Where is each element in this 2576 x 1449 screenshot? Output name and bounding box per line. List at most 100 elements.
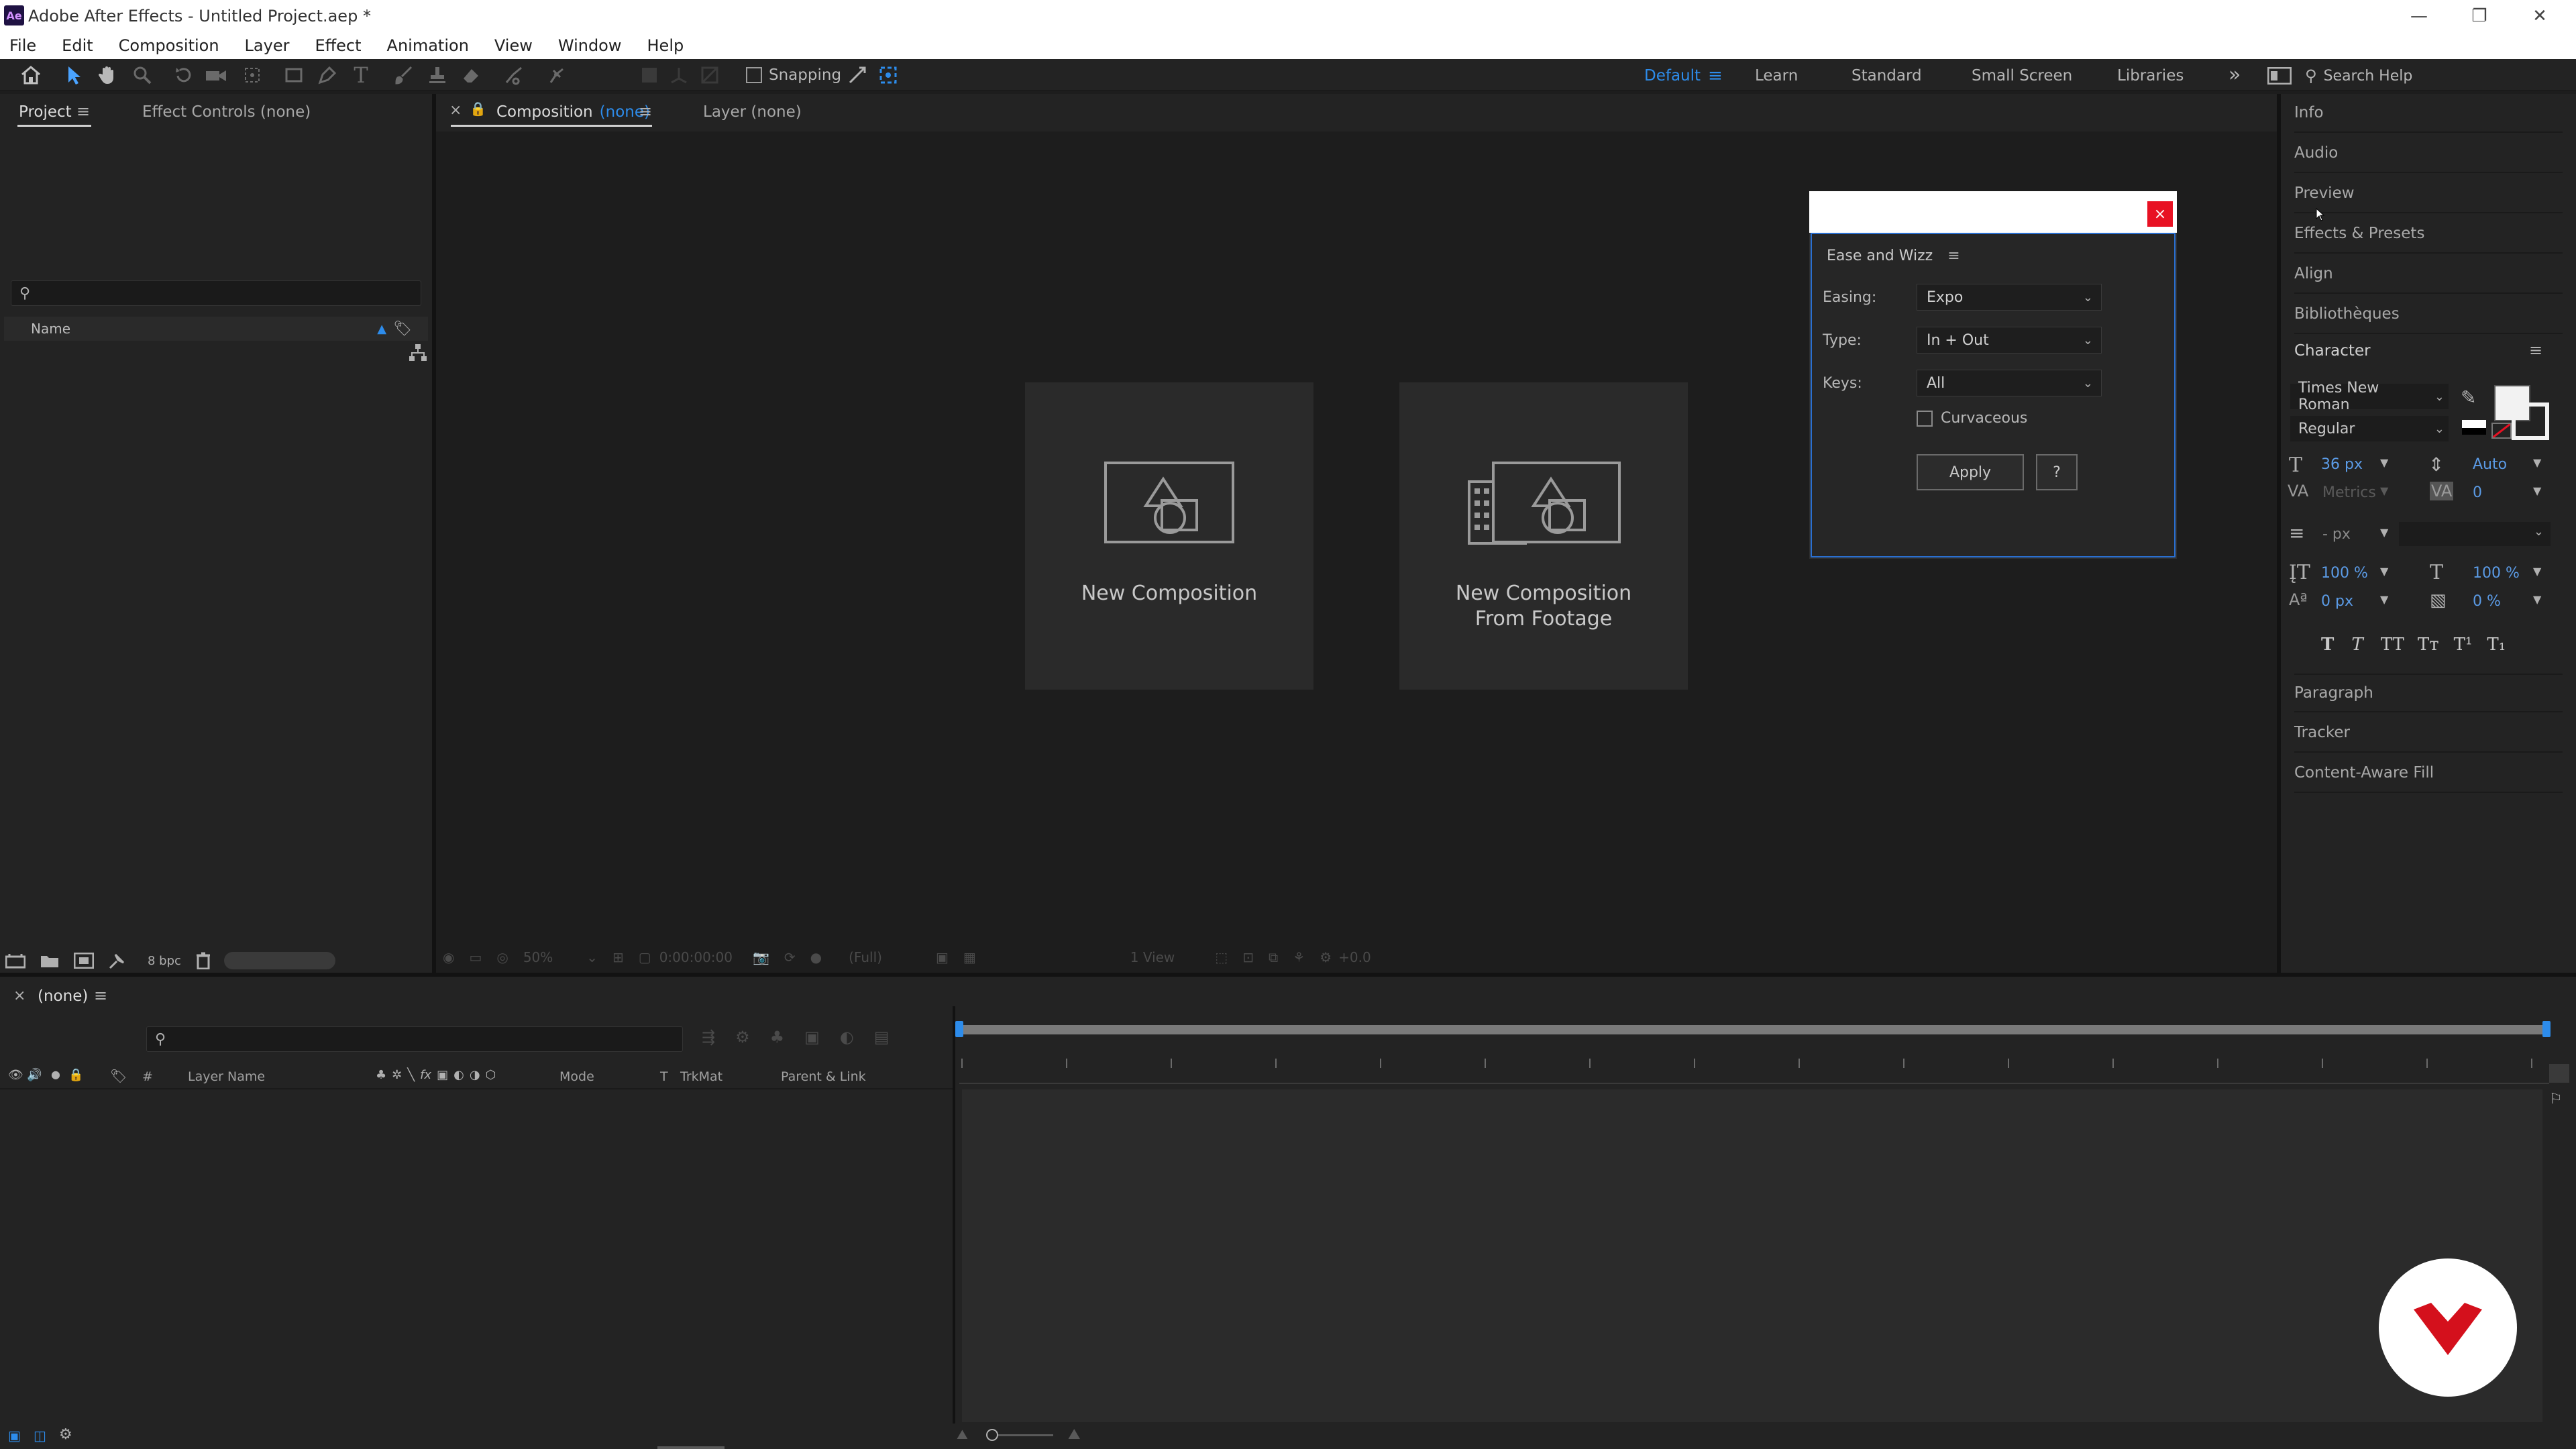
- restore-icon[interactable]: ❐: [2459, 4, 2500, 28]
- work-area-bar[interactable]: [959, 1025, 2549, 1034]
- frame-blending-icon[interactable]: ▣: [804, 1028, 820, 1046]
- chevron-down-icon[interactable]: ▼: [2380, 565, 2388, 578]
- 3d-layer-switch-icon[interactable]: ⬡: [486, 1068, 496, 1082]
- home-icon[interactable]: [16, 63, 46, 87]
- new-composition-card[interactable]: New Composition: [1025, 382, 1313, 690]
- work-area-end-handle[interactable]: [2542, 1021, 2551, 1037]
- stroke-color-swatch[interactable]: [2512, 402, 2549, 440]
- transfer-controls-icon[interactable]: ◫: [34, 1428, 46, 1444]
- show-snapshot-icon[interactable]: ⟳: [784, 949, 796, 965]
- chevron-down-icon[interactable]: ▼: [2533, 593, 2541, 606]
- rectangle-tool-icon[interactable]: [279, 63, 309, 87]
- chevron-down-icon[interactable]: ▼: [2533, 484, 2541, 497]
- chevron-down-icon[interactable]: ▼: [2380, 526, 2388, 539]
- reset-exposure-icon[interactable]: ⊡: [1242, 949, 1254, 965]
- zoom-out-icon[interactable]: ⛰: [957, 1426, 968, 1442]
- region-of-interest-icon[interactable]: ▣: [936, 949, 949, 965]
- work-area-start-handle[interactable]: [955, 1021, 963, 1037]
- panel-menu-icon[interactable]: ≡: [2529, 341, 2542, 360]
- zoom-level[interactable]: 50%: [523, 949, 553, 965]
- axis-world-icon[interactable]: [664, 63, 694, 87]
- motion-blur-icon[interactable]: ◐: [840, 1028, 854, 1046]
- menu-window[interactable]: Window: [558, 36, 622, 55]
- zoom-slider-handle[interactable]: [986, 1429, 998, 1441]
- trash-icon[interactable]: [196, 952, 211, 969]
- column-track-matte[interactable]: TrkMat: [680, 1069, 722, 1084]
- curvaceous-option[interactable]: Curvaceous: [1917, 410, 2027, 427]
- layer-switches-icon[interactable]: ▣: [8, 1428, 21, 1444]
- panel-preview[interactable]: Preview: [2294, 174, 2563, 213]
- panel-menu-icon[interactable]: ≡: [94, 986, 107, 1005]
- pen-tool-icon[interactable]: [313, 63, 342, 87]
- faux-bold-button[interactable]: T: [2321, 635, 2334, 655]
- transparency-grid-icon[interactable]: ▦: [963, 949, 976, 965]
- zoom-tool-icon[interactable]: [127, 63, 157, 87]
- kerning-value[interactable]: Metrics: [2322, 484, 2376, 501]
- brush-tool-icon[interactable]: [389, 63, 419, 87]
- panel-tracker[interactable]: Tracker: [2294, 714, 2563, 753]
- graph-editor-icon[interactable]: ▤: [874, 1028, 890, 1046]
- channel-icon[interactable]: ●: [810, 949, 822, 965]
- menu-view[interactable]: View: [494, 36, 533, 55]
- lock-icon[interactable]: 🔒: [68, 1068, 83, 1082]
- motion-blur-switch-icon[interactable]: ◐: [453, 1068, 464, 1082]
- font-size-value[interactable]: 36 px: [2321, 456, 2363, 473]
- close-tab-icon[interactable]: ×: [13, 987, 25, 1004]
- tab-layer[interactable]: Layer (none): [703, 103, 802, 121]
- panel-align[interactable]: Align: [2294, 255, 2563, 294]
- chevron-down-icon[interactable]: ▼: [2380, 593, 2388, 606]
- menu-effect[interactable]: Effect: [315, 36, 361, 55]
- baseline-shift-value[interactable]: 0 px: [2321, 593, 2353, 610]
- view-layout[interactable]: 1 View: [1130, 949, 1175, 965]
- workspace-default[interactable]: Default: [1644, 67, 1701, 85]
- render-time-icon[interactable]: ⚙: [59, 1426, 72, 1443]
- rotate-tool-icon[interactable]: [169, 63, 199, 87]
- column-parent-link[interactable]: Parent & Link: [781, 1069, 866, 1084]
- font-style-select[interactable]: Regular ⌄: [2290, 416, 2449, 441]
- type-select[interactable]: In + Out ⌄: [1917, 327, 2102, 354]
- panel-content-aware-fill[interactable]: Content-Aware Fill: [2294, 754, 2563, 793]
- workspace-menu-icon[interactable]: ≡: [1708, 66, 1723, 86]
- vertical-scale-value[interactable]: 100 %: [2321, 565, 2368, 582]
- solo-icon[interactable]: ●: [51, 1068, 60, 1081]
- panel-libraries[interactable]: Bibliothèques: [2294, 295, 2563, 334]
- tab-project[interactable]: Project: [19, 103, 72, 121]
- timeline-search-input[interactable]: ⚲: [146, 1026, 683, 1052]
- flowchart-icon[interactable]: ⚘: [1293, 949, 1305, 965]
- shy-switch-icon[interactable]: ♣: [376, 1068, 386, 1082]
- small-caps-button[interactable]: Tт: [2418, 635, 2439, 655]
- workspace-standard[interactable]: Standard: [1851, 67, 1922, 85]
- 3d-renderer-icon[interactable]: ⬚: [1215, 949, 1228, 965]
- timeline-horizontal-scroll[interactable]: [657, 1446, 724, 1449]
- black-white-swatch[interactable]: [2462, 420, 2486, 435]
- panel-layout-icon[interactable]: [2267, 67, 2292, 85]
- column-preserve-transparency[interactable]: T: [660, 1069, 668, 1084]
- chevron-down-icon[interactable]: ▼: [2533, 565, 2541, 578]
- fast-previews-icon[interactable]: ⧉: [1269, 949, 1278, 965]
- shy-icon[interactable]: ♣: [770, 1028, 785, 1046]
- help-button[interactable]: ?: [2036, 454, 2078, 490]
- pan-behind-tool-icon[interactable]: [237, 63, 267, 87]
- dialog-title-bar[interactable]: [1809, 191, 2177, 233]
- tab-timeline[interactable]: (none): [38, 987, 88, 1005]
- exposure-value[interactable]: +0.0: [1338, 949, 1371, 965]
- interpret-footage-icon[interactable]: [5, 953, 25, 969]
- stroke-style-select[interactable]: ⌄: [2399, 522, 2551, 546]
- minimize-icon[interactable]: —: [2399, 4, 2439, 28]
- snapping-toggle[interactable]: Snapping: [746, 66, 841, 85]
- thumbnail-size-slider[interactable]: [223, 952, 335, 969]
- snap-edges-icon[interactable]: [843, 63, 872, 87]
- snapping-checkbox[interactable]: [746, 67, 762, 83]
- keys-select[interactable]: All ⌄: [1917, 370, 2102, 396]
- superscript-button[interactable]: T¹: [2454, 635, 2473, 655]
- workspace-libraries[interactable]: Libraries: [2117, 67, 2184, 85]
- comp-mini-flowchart-icon[interactable]: ⇶: [702, 1028, 715, 1046]
- timeline-divider[interactable]: [953, 1006, 955, 1424]
- leading-value[interactable]: Auto: [2473, 456, 2507, 473]
- eraser-tool-icon[interactable]: [456, 63, 486, 87]
- always-preview-icon[interactable]: ◉: [443, 949, 454, 965]
- zoom-in-icon[interactable]: ⛰: [1068, 1426, 1080, 1443]
- current-timecode[interactable]: 0:00:00:00: [659, 949, 733, 965]
- vr-icon[interactable]: ◎: [496, 949, 508, 965]
- menu-file[interactable]: File: [9, 36, 36, 55]
